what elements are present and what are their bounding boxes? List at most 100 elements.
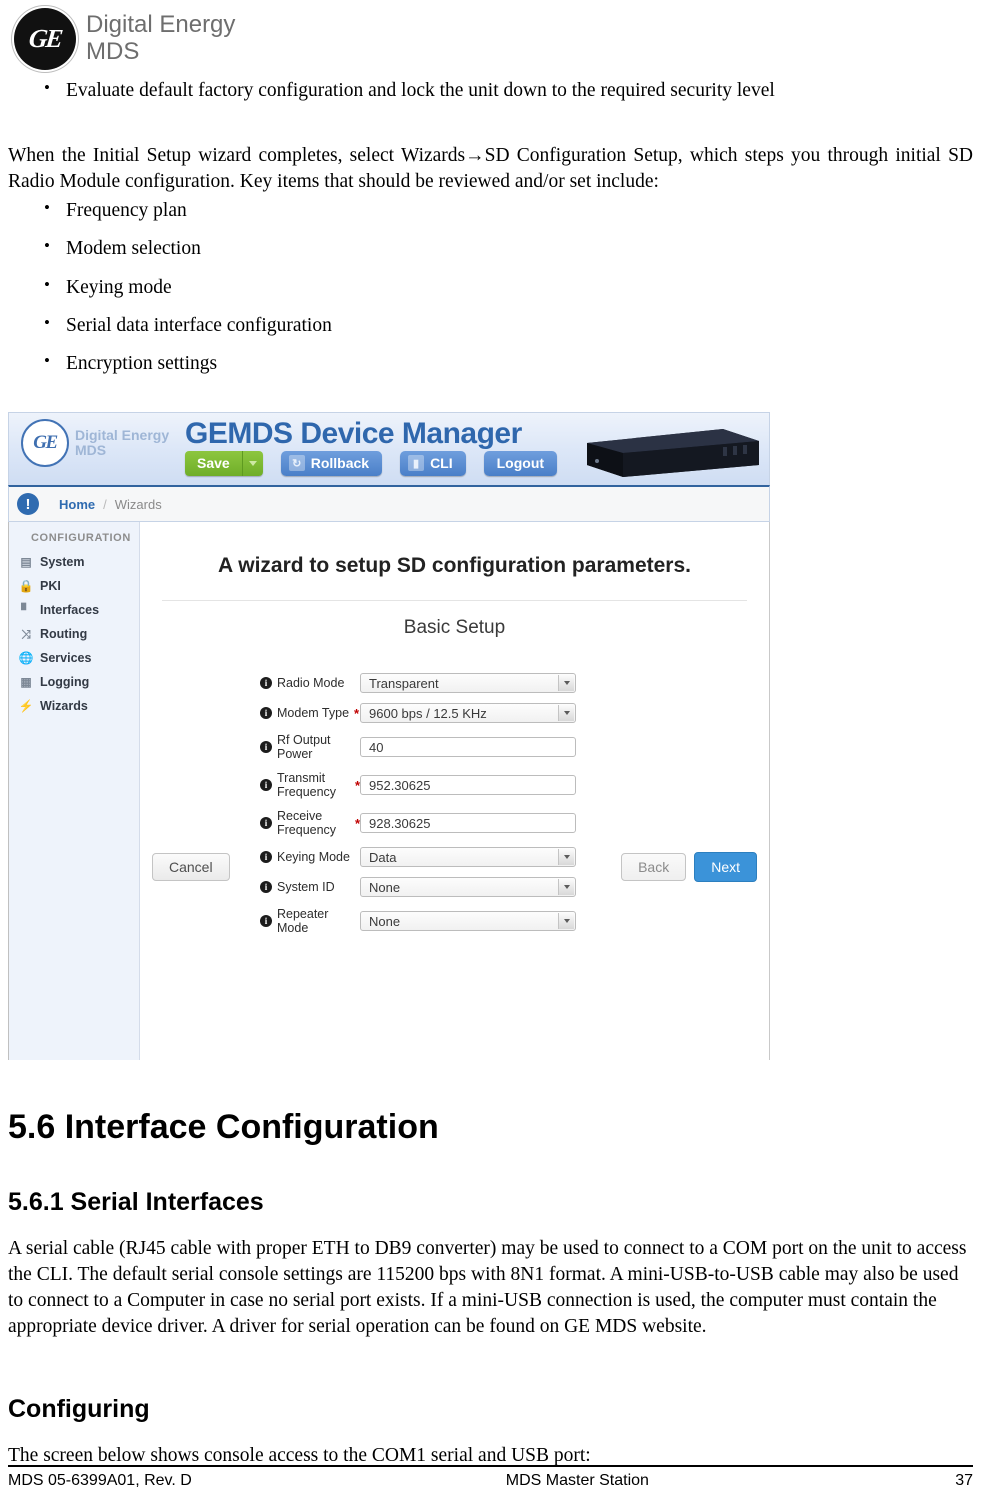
radio-mode-value: Transparent <box>369 675 439 691</box>
field-label-text: Radio Mode <box>277 676 345 690</box>
wizard-nav-buttons: Back Next <box>621 852 757 882</box>
sidebar-item-label: Routing <box>40 627 88 641</box>
save-button[interactable]: Save <box>185 451 263 476</box>
sidebar-item-system[interactable]: ▤ System <box>9 550 139 574</box>
breadcrumb: ! Home / Wizards <box>8 485 770 522</box>
info-icon[interactable]: i <box>260 915 272 927</box>
logout-button[interactable]: Logout <box>483 451 558 476</box>
modem-type-value: 9600 bps / 12.5 KHz <box>369 705 487 721</box>
receive-frequency-input[interactable]: 928.30625 <box>360 813 576 833</box>
cli-button[interactable]: ▮ CLI <box>400 451 466 476</box>
app-toolbar: Save ↻ Rollback ▮ CLI Logout <box>185 451 558 476</box>
field-label-text: Receive Frequency <box>277 809 337 837</box>
brand-line-2: MDS <box>86 38 140 65</box>
sidebar-item-interfaces[interactable]: ▘ Interfaces <box>9 598 139 622</box>
field-label-text: Rf Output Power <box>277 733 331 761</box>
modem-type-select[interactable]: 9600 bps / 12.5 KHz <box>360 703 576 723</box>
app-title: GEMDS Device Manager <box>185 417 522 450</box>
required-marker: * <box>354 705 360 721</box>
list-item: Frequency plan <box>8 197 708 223</box>
sidebar-item-pki[interactable]: 🔒 PKI <box>9 574 139 598</box>
field-label-text: Transmit Frequency <box>277 771 337 799</box>
server-icon: ▤ <box>20 555 32 569</box>
sidebar-item-logging[interactable]: ▦ Logging <box>9 670 139 694</box>
rollback-button[interactable]: ↻ Rollback <box>280 451 383 476</box>
wizard-panel: A wizard to setup SD configuration param… <box>140 522 769 1060</box>
section-heading-5-6: 5.6 Interface Configuration <box>8 1108 439 1146</box>
sidebar-item-label: PKI <box>40 579 61 593</box>
alert-icon[interactable]: ! <box>17 493 39 515</box>
rf-output-power-input[interactable]: 40 <box>360 737 576 757</box>
receive-frequency-value: 928.30625 <box>369 815 431 831</box>
intro-top-bullet-list: Evaluate default factory configuration a… <box>8 77 973 116</box>
field-label-text: Modem Type <box>277 706 350 720</box>
footer-title: MDS Master Station <box>505 1472 649 1489</box>
repeater-mode-value: None <box>369 913 401 929</box>
list-item: Serial data interface configuration <box>8 312 708 338</box>
field-label-text: System ID <box>277 880 335 894</box>
info-icon[interactable]: i <box>260 817 272 829</box>
device-photo <box>587 429 759 477</box>
info-icon[interactable]: i <box>260 677 272 689</box>
info-icon[interactable]: i <box>260 881 272 893</box>
sidebar: CONFIGURATION ▤ System 🔒 PKI ▘ Interface… <box>9 522 140 1060</box>
transmit-frequency-input[interactable]: 952.30625 <box>360 775 576 795</box>
app-brand-wordmark: Digital Energy MDS <box>75 426 170 459</box>
rollback-button-label: Rollback <box>310 455 370 471</box>
section-heading-5-6-1: 5.6.1 Serial Interfaces <box>8 1188 264 1216</box>
info-icon[interactable]: i <box>260 707 272 719</box>
radio-mode-select[interactable]: Transparent <box>360 673 576 693</box>
section-heading-configuring: Configuring <box>8 1395 150 1423</box>
wizard-actions: Cancel Back Next <box>152 852 757 882</box>
brand-line-1: Digital Energy <box>86 11 236 39</box>
list-item: Keying mode <box>8 274 708 300</box>
page-footer: MDS 05-6399A01, Rev. D MDS Master Statio… <box>8 1472 973 1490</box>
app-brand-line-1: Digital Energy <box>75 426 170 443</box>
wizard-title: A wizard to setup SD configuration param… <box>218 554 691 577</box>
ge-monogram-icon: GE <box>14 8 76 70</box>
lock-icon: 🔒 <box>18 579 34 593</box>
info-icon[interactable]: i <box>260 779 272 791</box>
back-button[interactable]: Back <box>621 853 687 881</box>
terminal-icon: ▮ <box>408 455 425 471</box>
next-button[interactable]: Next <box>694 852 757 882</box>
form-row-modem-type: i Modem Type * 9600 bps / 12.5 KHz <box>152 703 757 723</box>
list-item: Modem selection <box>8 235 708 261</box>
list-item: Encryption settings <box>8 350 708 376</box>
breadcrumb-home-link[interactable]: Home <box>59 497 95 512</box>
sidebar-item-label: Interfaces <box>40 603 100 617</box>
brand-wordmark: Digital Energy MDS <box>86 11 236 66</box>
cancel-button[interactable]: Cancel <box>152 853 230 881</box>
sidebar-item-label: System <box>40 555 85 569</box>
field-label: i Transmit Frequency * <box>152 771 360 799</box>
list-item: Evaluate default factory configuration a… <box>8 77 973 103</box>
field-label: i Modem Type * <box>152 706 360 721</box>
wizard-section-heading: Basic Setup <box>403 617 506 638</box>
transmit-frequency-value: 952.30625 <box>369 777 431 793</box>
sidebar-item-routing[interactable]: ⤨ Routing <box>9 622 139 646</box>
logout-button-label: Logout <box>496 455 545 471</box>
globe-icon: 🌐 <box>18 651 34 665</box>
info-icon[interactable]: i <box>260 741 272 753</box>
app-body: CONFIGURATION ▤ System 🔒 PKI ▘ Interface… <box>8 522 770 1060</box>
chevron-down-icon[interactable] <box>558 913 574 929</box>
chevron-down-icon[interactable] <box>558 705 574 721</box>
sidebar-item-services[interactable]: 🌐 Services <box>9 646 139 670</box>
form-row-repeater-mode: i Repeater Mode None <box>152 907 757 935</box>
chevron-down-icon[interactable] <box>242 451 263 476</box>
app-brand-logo: GE Digital Energy MDS <box>21 419 169 467</box>
save-button-label: Save <box>185 451 243 476</box>
repeater-mode-select[interactable]: None <box>360 911 576 931</box>
form-row-rf-output-power: i Rf Output Power 40 <box>152 733 757 761</box>
field-label: i Repeater Mode <box>152 907 360 935</box>
ge-monogram-text: GE <box>27 24 63 53</box>
rf-output-power-value: 40 <box>369 739 384 755</box>
sidebar-item-label: Wizards <box>40 699 88 713</box>
refresh-icon: ↻ <box>288 455 305 471</box>
serial-interfaces-paragraph: A serial cable (RJ45 cable with proper E… <box>8 1238 967 1338</box>
chevron-down-icon[interactable] <box>558 675 574 691</box>
breadcrumb-separator: / <box>103 496 107 512</box>
sidebar-item-wizards[interactable]: ⚡ Wizards <box>9 694 139 718</box>
bars-icon: ▘ <box>21 603 31 617</box>
sidebar-heading: CONFIGURATION <box>31 532 131 544</box>
